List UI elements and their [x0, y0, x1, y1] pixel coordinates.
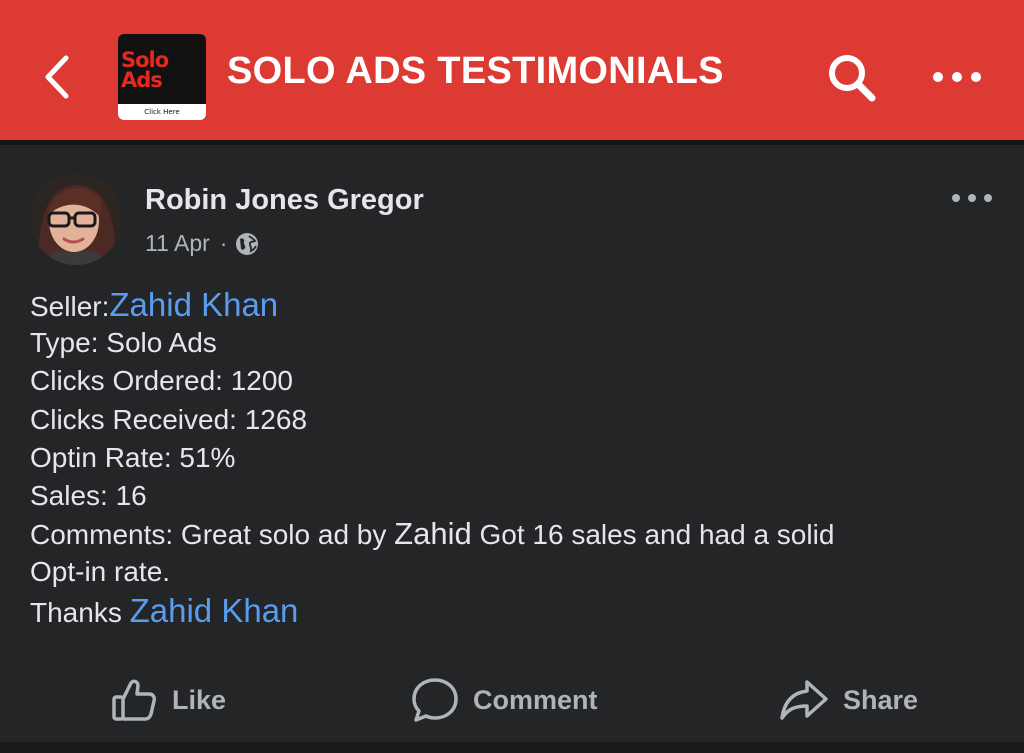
optin-rate-line: Optin Rate: 51%	[30, 441, 236, 473]
post-more-button[interactable]	[948, 188, 996, 208]
header-more-button[interactable]	[930, 66, 984, 88]
post-meta: 11 Apr ·	[145, 230, 259, 257]
meta-separator: ·	[219, 230, 228, 256]
clicks-ordered-line: Clicks Ordered: 1200	[30, 365, 294, 397]
post-actions: Like Comment Share	[0, 665, 1024, 735]
comments-line: Comments: Great solo ad by Zahid Got 16 …	[30, 515, 1010, 553]
more-horizontal-icon	[933, 72, 981, 82]
seller-link[interactable]: Zahid Khan	[109, 286, 278, 323]
share-arrow-icon	[780, 680, 828, 720]
thumbs-up-icon	[112, 679, 156, 721]
thanks-line: Thanks Zahid Khan	[30, 592, 1010, 630]
comment-button[interactable]: Comment	[411, 665, 598, 735]
search-icon	[829, 55, 876, 102]
comments-prefix: Comments: Great solo ad by	[30, 519, 387, 551]
more-horizontal-icon	[952, 194, 992, 202]
post-body: Seller:Zahid Khan Type: Solo Ads Clicks …	[30, 286, 1010, 630]
header-divider	[0, 140, 1024, 145]
comments-mention[interactable]: Zahid	[394, 516, 472, 551]
comment-bubble-icon	[412, 678, 458, 722]
group-header: Solo Ads Click Here SOLO ADS TESTIMONIAL…	[0, 0, 1024, 140]
chevron-left-icon	[45, 55, 69, 99]
seller-label: Seller:	[30, 291, 110, 322]
comments-suffix: Got 16 sales and had a solid	[479, 519, 835, 551]
avatar[interactable]	[30, 173, 122, 265]
search-button[interactable]	[826, 52, 878, 104]
thanks-prefix: Thanks	[30, 596, 122, 628]
group-logo[interactable]: Solo Ads Click Here	[118, 34, 206, 120]
globe-icon	[236, 232, 259, 255]
comment-label: Comment	[473, 684, 598, 715]
like-label: Like	[172, 684, 227, 715]
post-author[interactable]: Robin Jones Gregor	[145, 184, 424, 217]
seller-line: Seller:Zahid Khan	[30, 286, 1010, 324]
like-button[interactable]: Like	[110, 665, 226, 735]
clicks-received-line: Clicks Received: 1268	[30, 403, 308, 435]
post-date[interactable]: 11 Apr	[145, 230, 210, 257]
comments-line-2: Opt-in rate.	[30, 556, 171, 588]
type-line: Type: Solo Ads	[30, 327, 217, 359]
share-label: Share	[843, 684, 919, 715]
logo-text: Solo Ads	[121, 48, 169, 92]
group-title[interactable]: SOLO ADS TESTIMONIALS	[227, 50, 724, 93]
logo-caption: Click Here	[118, 104, 206, 120]
thanks-link[interactable]: Zahid Khan	[130, 592, 299, 629]
sales-line: Sales: 16	[30, 479, 147, 511]
bottom-divider	[0, 742, 1024, 753]
back-button[interactable]	[36, 52, 80, 102]
share-button[interactable]: Share	[779, 665, 918, 735]
